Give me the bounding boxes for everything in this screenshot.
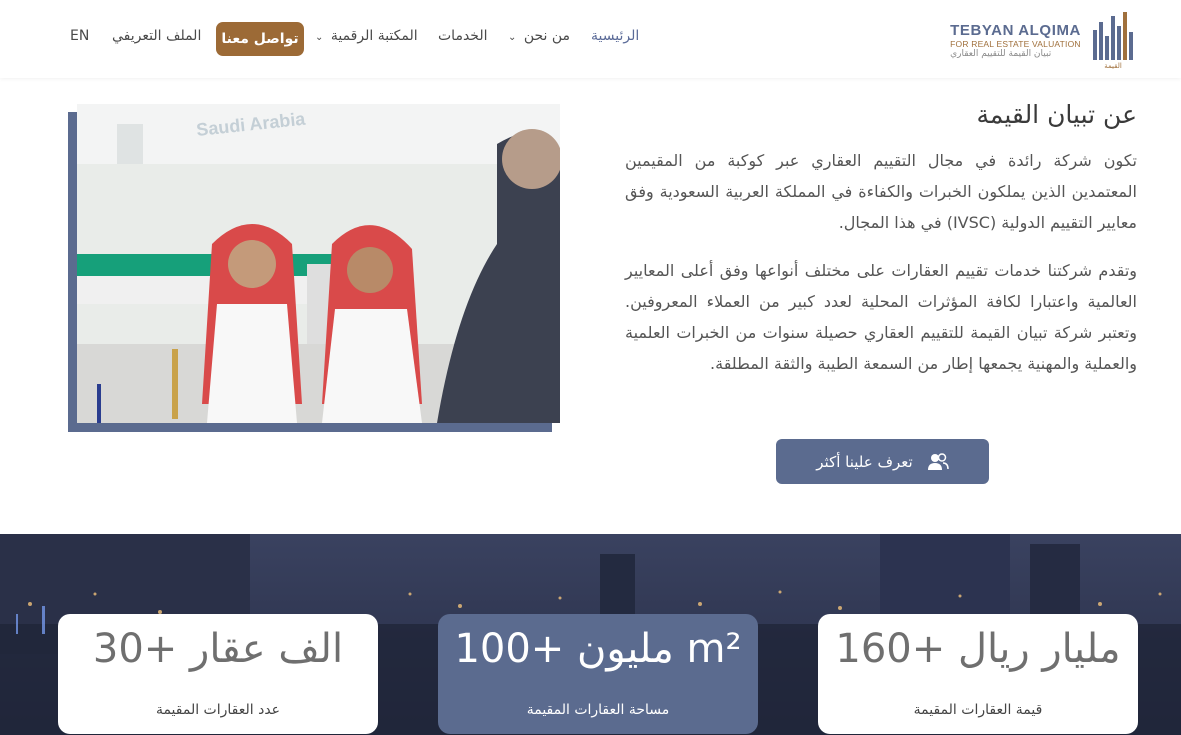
stat-value: 30+ الف عقار — [92, 626, 344, 672]
top-navbar: القيمة TEBYAN ALQIMA FOR REAL ESTATE VAL… — [0, 0, 1181, 78]
language-switch[interactable]: EN — [70, 28, 89, 44]
nav-about[interactable]: من نحن ⌄ — [508, 28, 570, 44]
learn-more-button[interactable]: تعرف علينا أكثر — [776, 439, 989, 484]
about-paragraph-2: وتقدم شركتنا خدمات تقييم العقارات على مخ… — [625, 261, 1137, 373]
chevron-down-icon: ⌄ — [315, 32, 324, 43]
users-icon — [927, 452, 949, 470]
nav-services[interactable]: الخدمات — [438, 28, 488, 44]
nav-digital-library[interactable]: المكتبة الرقمية ⌄ — [315, 28, 418, 44]
about-photo: Saudi Arabia — [77, 104, 560, 423]
logo-text: TEBYAN ALQIMA FOR REAL ESTATE VALUATION … — [950, 22, 1081, 59]
stat-label: مساحة العقارات المقيمة — [526, 702, 670, 718]
logo-arabic-name: تبيان القيمة للتقييم العقاري — [950, 49, 1052, 59]
stat-card-value: 160+ مليار ريال قيمة العقارات المقيمة — [818, 614, 1138, 734]
logo-mark-icon: القيمة — [1093, 12, 1133, 70]
stat-label: عدد العقارات المقيمة — [155, 702, 281, 718]
logo-subtitle: FOR REAL ESTATE VALUATION — [950, 39, 1081, 49]
learn-more-label: تعرف علينا أكثر — [816, 452, 913, 471]
stat-card-properties: 30+ الف عقار عدد العقارات المقيمة — [58, 614, 378, 734]
about-paragraph-1: تكون شركة رائدة في مجال التقييم العقاري … — [625, 151, 1137, 232]
nav-library-label: المكتبة الرقمية — [330, 28, 418, 44]
logo-mark-text: القيمة — [1104, 62, 1122, 70]
about-photo-illustration: Saudi Arabia — [77, 104, 560, 423]
stat-label: قيمة العقارات المقيمة — [913, 702, 1043, 718]
stat-value: 160+ مليار ريال — [835, 626, 1121, 672]
company-logo[interactable]: القيمة TEBYAN ALQIMA FOR REAL ESTATE VAL… — [950, 8, 1135, 70]
nav-home[interactable]: الرئيسية — [591, 28, 639, 44]
chevron-down-icon: ⌄ — [508, 32, 517, 43]
nav-company-profile[interactable]: الملف التعريفي — [112, 28, 201, 44]
logo-title: TEBYAN ALQIMA — [950, 22, 1081, 39]
nav-about-label: من نحن — [523, 28, 571, 44]
stat-value: 100+ مليون m² — [454, 626, 742, 672]
contact-us-button[interactable]: تواصل معنا — [216, 22, 304, 56]
about-title: عن تبيان القيمة — [976, 100, 1137, 129]
stats-section: 30+ الف عقار عدد العقارات المقيمة 100+ م… — [0, 534, 1181, 735]
stat-card-area: 100+ مليون m² مساحة العقارات المقيمة — [438, 614, 758, 734]
